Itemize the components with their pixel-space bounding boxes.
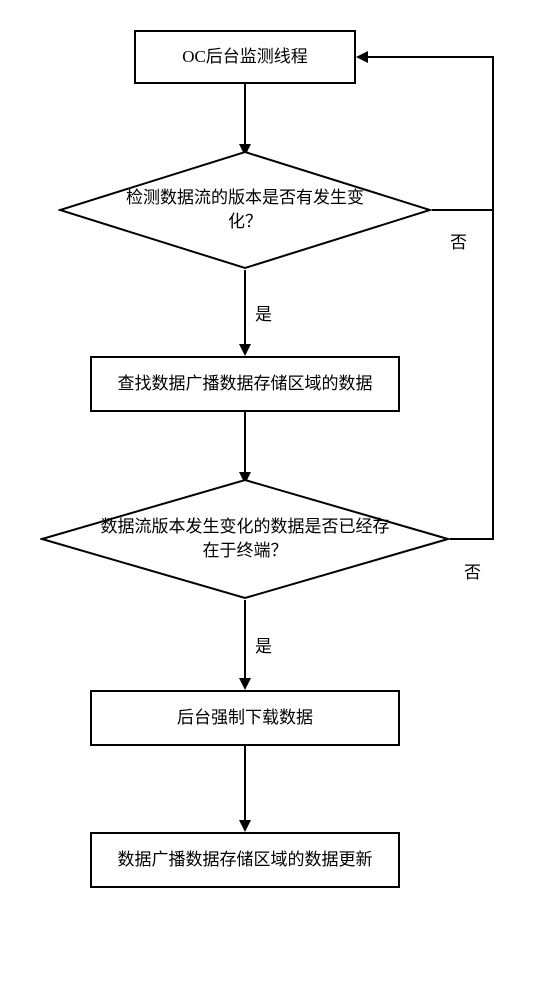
arrowhead-icon [356,51,368,63]
node-label: 查找数据广播数据存储区域的数据 [118,372,373,396]
yes-label: 是 [255,300,272,325]
node-label: 数据流版本发生变化的数据是否已经存 在于终端？ [40,478,450,600]
no-label: 否 [450,228,467,253]
flow-line [492,56,494,211]
process-monitoring-thread: OC后台监测线程 [134,30,356,84]
flow-arrow [244,412,246,472]
arrowhead-icon [239,820,251,832]
flow-arrow [244,746,246,820]
node-label: 数据广播数据存储区域的数据更新 [118,848,373,872]
flow-line [432,209,494,211]
arrowhead-icon [239,344,251,356]
flow-arrow [244,270,246,344]
flow-arrow [244,600,246,678]
process-lookup-data: 查找数据广播数据存储区域的数据 [90,356,400,412]
process-force-download: 后台强制下载数据 [90,690,400,746]
node-label: 检测数据流的版本是否有发生变 化？ [58,150,432,270]
flow-arrow [244,84,246,144]
node-label: OC后台监测线程 [182,45,308,69]
node-label: 后台强制下载数据 [177,706,313,730]
decision-data-exists: 数据流版本发生变化的数据是否已经存 在于终端？ [40,478,450,600]
flow-line [450,538,494,540]
arrowhead-icon [239,678,251,690]
yes-label: 是 [255,632,272,657]
process-data-update: 数据广播数据存储区域的数据更新 [90,832,400,888]
flow-line [368,56,494,58]
flow-line [492,209,494,540]
no-label: 否 [464,558,481,583]
decision-version-changed: 检测数据流的版本是否有发生变 化？ [58,150,432,270]
